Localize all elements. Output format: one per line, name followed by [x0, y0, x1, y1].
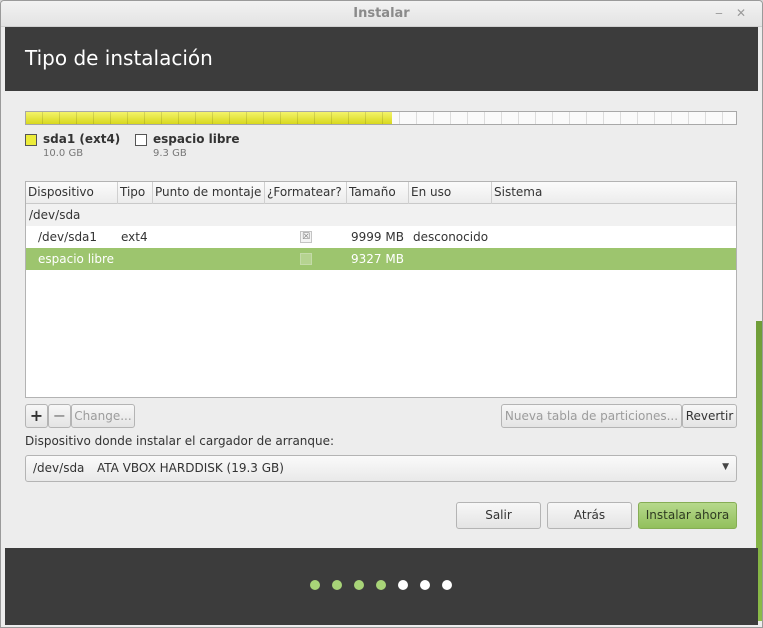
install-now-button[interactable]: Instalar ahora	[638, 502, 737, 529]
window-title: Instalar	[353, 6, 410, 21]
step-dot-pending	[398, 580, 408, 590]
column-header-type[interactable]: Tipo	[118, 182, 153, 204]
legend-size: 10.0 GB	[43, 148, 84, 159]
step-dot-pending	[420, 580, 430, 590]
legend-name: espacio libre	[153, 132, 240, 146]
cell-device: /dev/sda1	[38, 230, 98, 244]
step-dot-pending	[442, 580, 452, 590]
column-header-system[interactable]: Sistema	[492, 182, 736, 204]
partition-table: Dispositivo Tipo Punto de montaje ¿Forma…	[25, 181, 737, 398]
table-row-selected[interactable]: espacio libre 9327 MB	[26, 248, 736, 270]
column-header-in-use[interactable]: En uso	[409, 182, 492, 204]
column-header-size[interactable]: Tamaño	[347, 182, 409, 204]
footer-bar	[5, 548, 758, 625]
legend-swatch-sda1	[25, 134, 37, 146]
cell-size: 9327 MB	[351, 252, 404, 266]
new-partition-table-button[interactable]: Nueva tabla de particiones...	[501, 404, 682, 428]
table-row[interactable]: /dev/sda1 ext4 ☒ 9999 MB desconocido	[26, 226, 736, 248]
back-button[interactable]: Atrás	[547, 502, 632, 529]
step-dot-completed	[354, 580, 364, 590]
page-title: Tipo de instalación	[25, 46, 213, 70]
dropdown-arrow-icon: ▼	[722, 462, 729, 472]
cell-size: 9999 MB	[351, 230, 404, 244]
cell-in-use: desconocido	[413, 230, 489, 244]
partition-bar	[25, 111, 737, 125]
legend-swatch-free-space	[135, 134, 147, 146]
bootloader-disk: ATA VBOX HARDDISK (19.3 GB)	[97, 461, 284, 475]
cell-device: /dev/sda	[29, 208, 81, 222]
table-header: Dispositivo Tipo Punto de montaje ¿Forma…	[26, 182, 736, 204]
bootloader-device-select[interactable]: /dev/sda ATA VBOX HARDDISK (19.3 GB) ▼	[25, 455, 737, 482]
bootloader-label: Dispositivo donde instalar el cargador d…	[25, 434, 335, 448]
table-row[interactable]: /dev/sda	[26, 204, 736, 226]
revert-button[interactable]: Revertir	[682, 404, 737, 428]
step-dot-completed	[332, 580, 342, 590]
column-header-format[interactable]: ¿Formatear?	[265, 182, 347, 204]
cell-device: espacio libre	[38, 252, 115, 266]
page-header: Tipo de instalación	[5, 27, 758, 91]
partition-bar-ticks	[26, 112, 736, 124]
bootloader-device: /dev/sda	[33, 461, 85, 475]
step-dot-completed	[376, 580, 386, 590]
format-checkbox[interactable]: ☒	[300, 231, 312, 243]
title-bar[interactable]: Instalar ‒ ✕	[1, 1, 762, 27]
column-header-mount[interactable]: Punto de montaje	[153, 182, 265, 204]
change-partition-button[interactable]: Change...	[71, 404, 135, 428]
format-checkbox[interactable]	[300, 253, 312, 265]
quit-button[interactable]: Salir	[456, 502, 541, 529]
minimize-icon[interactable]: ‒	[712, 6, 726, 20]
close-icon[interactable]: ✕	[734, 6, 748, 20]
remove-partition-button[interactable]: −	[48, 404, 71, 428]
installer-window: Instalar ‒ ✕ Tipo de instalación sda1 (e…	[0, 0, 763, 628]
legend-name: sda1 (ext4)	[43, 132, 121, 146]
legend-size: 9.3 GB	[153, 148, 187, 159]
add-partition-button[interactable]: +	[25, 404, 48, 428]
column-header-device[interactable]: Dispositivo	[26, 182, 118, 204]
step-dot-completed	[310, 580, 320, 590]
cell-type: ext4	[121, 230, 148, 244]
